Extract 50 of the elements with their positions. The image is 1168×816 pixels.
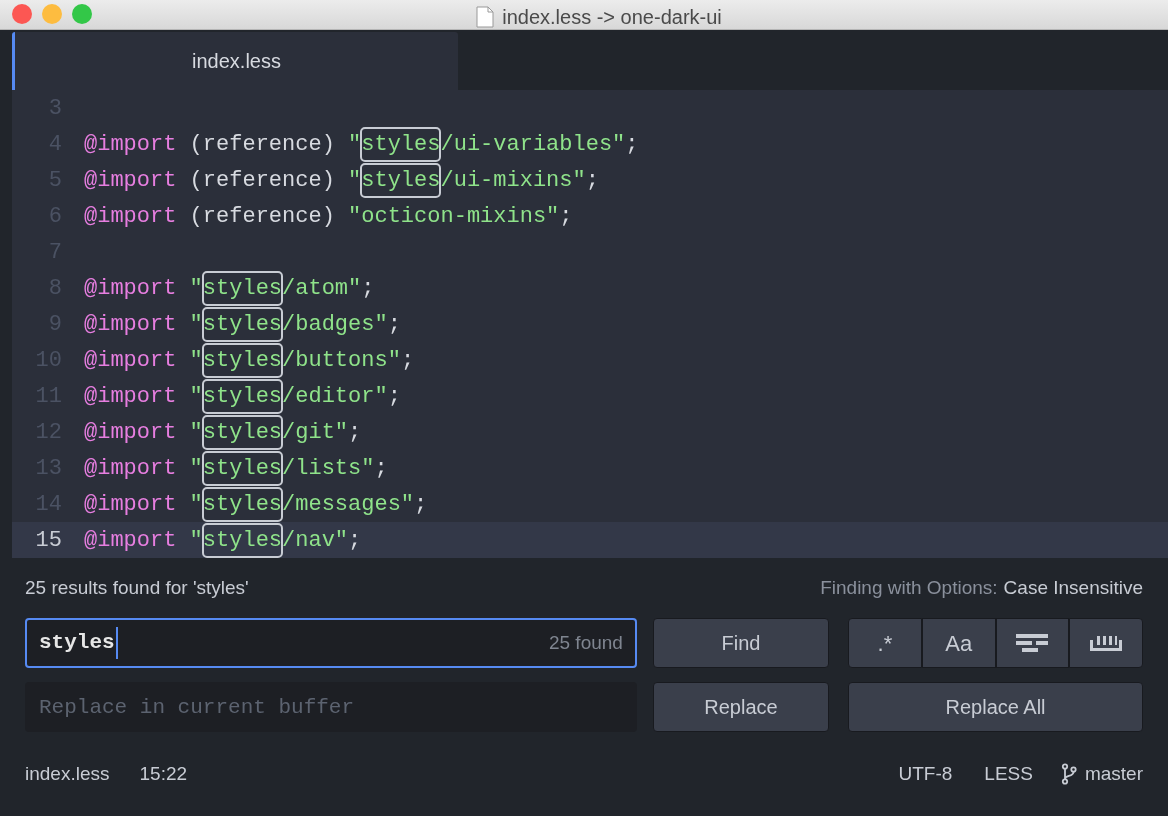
search-match: styles (361, 127, 441, 161)
search-match: styles (361, 163, 441, 197)
regex-toggle[interactable]: .* (848, 618, 922, 668)
options-label: Finding with Options: (820, 575, 998, 600)
search-match: styles (202, 271, 283, 305)
editor-tab[interactable]: index.less (12, 32, 458, 90)
search-match: styles (202, 415, 283, 449)
in-selection-toggle[interactable] (995, 618, 1070, 668)
code-line: @import "styles/git"; (84, 414, 362, 450)
selection-icon (1016, 634, 1049, 652)
search-match: styles (202, 343, 283, 377)
code-line: @import "styles/messages"; (84, 486, 428, 522)
find-button[interactable]: Find (652, 618, 830, 668)
grammar[interactable]: LESS (984, 759, 1033, 789)
options-value: Case Insensitive (1003, 575, 1143, 600)
search-text: styles (39, 627, 118, 659)
code-line: @import "styles/nav"; (84, 522, 362, 558)
document-icon (476, 6, 495, 28)
whole-word-toggle[interactable] (1069, 618, 1144, 668)
replace-all-button[interactable]: Replace All (848, 682, 1143, 732)
window-title: index.less -> one-dark-ui (502, 5, 722, 30)
match-count: 25 found (548, 630, 623, 655)
zoom-button[interactable] (72, 4, 92, 25)
search-match: styles (202, 379, 283, 413)
code-line: @import "styles/editor"; (84, 378, 401, 414)
status-file-name[interactable]: index.less (25, 759, 110, 789)
results-summary: 25 results found for 'styles' (25, 575, 249, 600)
code-line: @import (reference) "styles/ui-mixins"; (84, 162, 599, 198)
whole-word-icon (1090, 634, 1123, 652)
encoding[interactable]: UTF-8 (898, 759, 953, 789)
cursor-position[interactable]: 15:22 (139, 759, 188, 789)
branch-name[interactable]: master (1084, 759, 1143, 789)
line-number: 15 (34, 526, 63, 555)
replace-button[interactable]: Replace (652, 682, 830, 732)
code-line: @import "styles/atom"; (84, 270, 375, 306)
case-sensitive-toggle[interactable]: Aa (921, 618, 996, 668)
code-line: @import (reference) "styles/ui-variables"; (84, 126, 639, 162)
search-match: styles (202, 487, 283, 521)
search-match: styles (202, 451, 283, 485)
replace-field[interactable]: Replace in current buffer (25, 682, 637, 732)
code-line: @import "styles/lists"; (84, 450, 388, 486)
code-line: @import "styles/badges"; (84, 306, 401, 342)
close-button[interactable] (12, 4, 32, 25)
search-match: styles (202, 523, 283, 557)
minimize-button[interactable] (42, 4, 62, 25)
search-match: styles (202, 307, 283, 341)
branch-icon (1060, 763, 1077, 785)
code-line: @import "styles/buttons"; (84, 342, 415, 378)
code-line: @import (reference) "octicon-mixins"; (84, 202, 573, 231)
find-field[interactable]: styles 25 found (25, 618, 637, 668)
